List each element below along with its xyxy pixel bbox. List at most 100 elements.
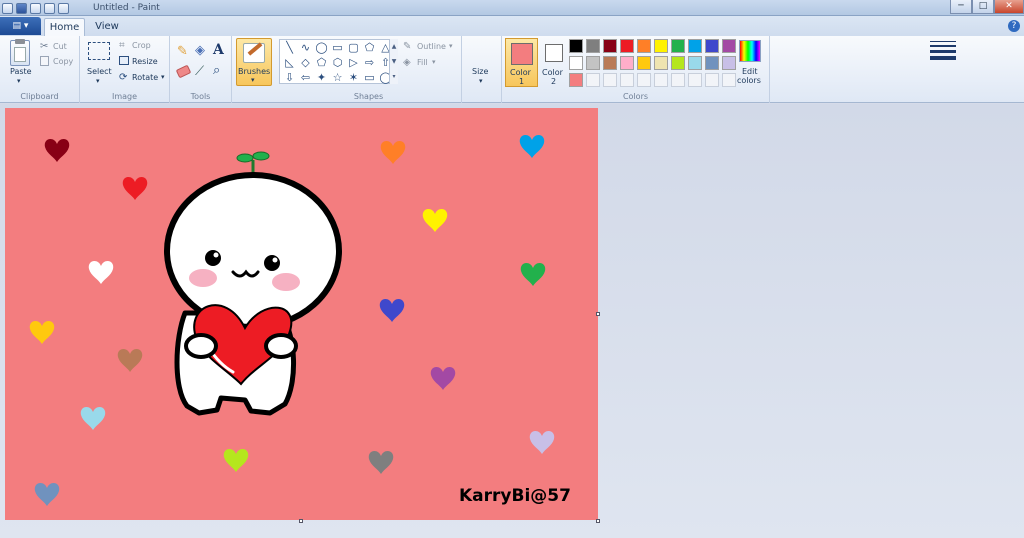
outline-dropdown-icon[interactable]: ▾ bbox=[449, 42, 453, 50]
close-button[interactable]: ✕ bbox=[994, 0, 1024, 14]
shape-item[interactable]: ▭ bbox=[362, 71, 377, 85]
heart-steelblue bbox=[34, 482, 60, 506]
window-title: Untitled - Paint bbox=[93, 3, 160, 13]
shape-item[interactable]: ⬡ bbox=[330, 56, 345, 70]
paste-dropdown-icon[interactable]: ▾ bbox=[17, 77, 21, 85]
size-lines-icon[interactable] bbox=[930, 41, 956, 63]
shapes-gallery: ╲ ∿ ◯ ▭ ▢ ⬠ △ ◺ ◇ ⬠ ⬡ ▷ ⇨ ⇧ ⇩ ⇦ ✦ ☆ ✶ ▭ ◯ bbox=[279, 39, 398, 84]
image-group: Select ▾ ⌗ Crop Resize ⟳ Rotate ▾ Image bbox=[80, 36, 170, 103]
shape-item[interactable]: ▭ bbox=[330, 41, 345, 55]
shape-item[interactable]: ✦ bbox=[314, 71, 329, 85]
rotate-button[interactable]: Rotate bbox=[132, 73, 158, 82]
heart-darkred bbox=[44, 138, 70, 162]
save-icon[interactable] bbox=[16, 2, 27, 14]
shape-item[interactable]: ☆ bbox=[330, 71, 345, 85]
fill-dropdown-icon[interactable]: ▾ bbox=[432, 58, 436, 66]
heart-white bbox=[88, 260, 114, 284]
colors-group: Colors bbox=[502, 36, 770, 103]
resize-button[interactable]: Resize bbox=[132, 57, 158, 66]
canvas-resize-handle-right[interactable] bbox=[596, 312, 600, 316]
paste-label[interactable]: Paste bbox=[10, 67, 32, 76]
shape-item[interactable]: ▷ bbox=[346, 56, 361, 70]
shape-item[interactable]: ∿ bbox=[298, 41, 313, 55]
paint-menu-button[interactable]: ▤ ▾ bbox=[0, 17, 41, 35]
select-dropdown-icon[interactable]: ▾ bbox=[96, 77, 100, 85]
copy-button[interactable]: Copy bbox=[53, 57, 73, 66]
shape-item[interactable]: ◺ bbox=[282, 56, 297, 70]
heart-green bbox=[520, 262, 546, 286]
tools-group-label: Tools bbox=[190, 92, 211, 101]
heart-orange bbox=[380, 140, 406, 164]
heart-lime bbox=[223, 448, 249, 472]
shape-item[interactable]: ✶ bbox=[346, 71, 361, 85]
clipboard-group: Paste ▾ ✂ Cut Copy Clipboard bbox=[0, 36, 80, 103]
colors-group-label: Colors bbox=[622, 92, 649, 101]
ribbon: Paste ▾ ✂ Cut Copy Clipboard Select ▾ ⌗ … bbox=[0, 36, 1024, 103]
artist-signature: KarryBi@57 bbox=[459, 486, 571, 506]
shape-item[interactable]: ⇩ bbox=[282, 71, 297, 85]
canvas-resize-handle-bottom[interactable] bbox=[299, 519, 303, 523]
heart-blue bbox=[519, 134, 545, 158]
customize-qat-icon[interactable] bbox=[58, 2, 69, 14]
fill-bucket-icon[interactable]: ◈ bbox=[195, 43, 205, 58]
color-picker-icon[interactable]: ⟋ bbox=[195, 64, 204, 79]
shape-item[interactable]: ╲ bbox=[282, 41, 297, 55]
canvas-artwork bbox=[29, 134, 555, 506]
paste-icon[interactable] bbox=[10, 39, 30, 66]
tab-home[interactable]: Home bbox=[44, 18, 85, 36]
maximize-button[interactable]: □ bbox=[972, 0, 994, 14]
brushes-button[interactable]: Brushes ▾ bbox=[236, 38, 272, 86]
heart-indigo bbox=[379, 298, 405, 322]
select-label[interactable]: Select bbox=[87, 67, 112, 76]
tab-view[interactable]: View bbox=[92, 18, 122, 36]
crop-button[interactable]: Crop bbox=[132, 41, 151, 50]
clipboard-group-label: Clipboard bbox=[20, 92, 59, 101]
cut-button[interactable]: Cut bbox=[53, 42, 67, 51]
heart-red bbox=[122, 176, 148, 200]
heart-lightblue bbox=[80, 406, 106, 430]
rotate-dropdown-icon[interactable]: ▾ bbox=[161, 73, 165, 81]
size-dropdown-icon[interactable]: ▾ bbox=[479, 77, 483, 85]
copy-icon bbox=[40, 56, 49, 66]
select-icon[interactable] bbox=[88, 42, 110, 60]
shape-item[interactable]: ◇ bbox=[298, 56, 313, 70]
brushes-dropdown-icon: ▾ bbox=[251, 76, 255, 84]
help-icon[interactable]: ? bbox=[1008, 20, 1020, 32]
drawing-canvas[interactable] bbox=[5, 108, 598, 520]
ribbon-tab-row: ▤ ▾ Home View ? bbox=[0, 16, 1024, 36]
size-group: Size ▾ bbox=[462, 36, 956, 103]
outline-button[interactable]: Outline bbox=[417, 42, 446, 51]
tools-group: ✎ ◈ A ⟋ ⌕ Tools bbox=[170, 36, 232, 103]
shape-item[interactable]: ⬠ bbox=[314, 56, 329, 70]
rotate-icon: ⟳ bbox=[119, 72, 128, 83]
shapes-group-label: Shapes bbox=[353, 92, 384, 101]
crop-icon: ⌗ bbox=[119, 40, 125, 51]
shape-item[interactable]: ▢ bbox=[346, 41, 361, 55]
quick-access-toolbar bbox=[2, 1, 69, 15]
pencil-icon[interactable]: ✎ bbox=[177, 44, 188, 59]
magnifier-icon[interactable]: ⌕ bbox=[213, 63, 220, 78]
heart-gray bbox=[368, 450, 394, 474]
shape-item[interactable]: ◯ bbox=[314, 41, 329, 55]
redo-icon[interactable] bbox=[44, 2, 55, 14]
title-bar: Untitled - Paint ─ □ ✕ bbox=[0, 0, 1024, 16]
minimize-button[interactable]: ─ bbox=[950, 0, 972, 14]
size-label[interactable]: Size bbox=[472, 67, 488, 76]
fill-button[interactable]: Fill bbox=[417, 58, 428, 67]
undo-icon[interactable] bbox=[30, 2, 41, 14]
fill-icon: ◈ bbox=[403, 57, 411, 68]
text-tool-icon[interactable]: A bbox=[213, 42, 224, 58]
shapes-gallery-scroll[interactable]: ▲ ▼ ▾ bbox=[389, 39, 398, 84]
image-group-label: Image bbox=[111, 92, 138, 101]
shape-item[interactable]: ⬠ bbox=[362, 41, 377, 55]
canvas-resize-handle-corner[interactable] bbox=[596, 519, 600, 523]
shape-item[interactable]: ⇨ bbox=[362, 56, 377, 70]
scissors-icon: ✂ bbox=[40, 41, 49, 52]
brushes-label: Brushes bbox=[238, 67, 271, 76]
outline-icon: ✎ bbox=[403, 41, 412, 52]
heart-yellow-left bbox=[29, 320, 55, 344]
eraser-icon[interactable] bbox=[175, 64, 192, 79]
heart-purple bbox=[430, 366, 456, 390]
paint-app-icon[interactable] bbox=[2, 2, 13, 14]
shape-item[interactable]: ⇦ bbox=[298, 71, 313, 85]
